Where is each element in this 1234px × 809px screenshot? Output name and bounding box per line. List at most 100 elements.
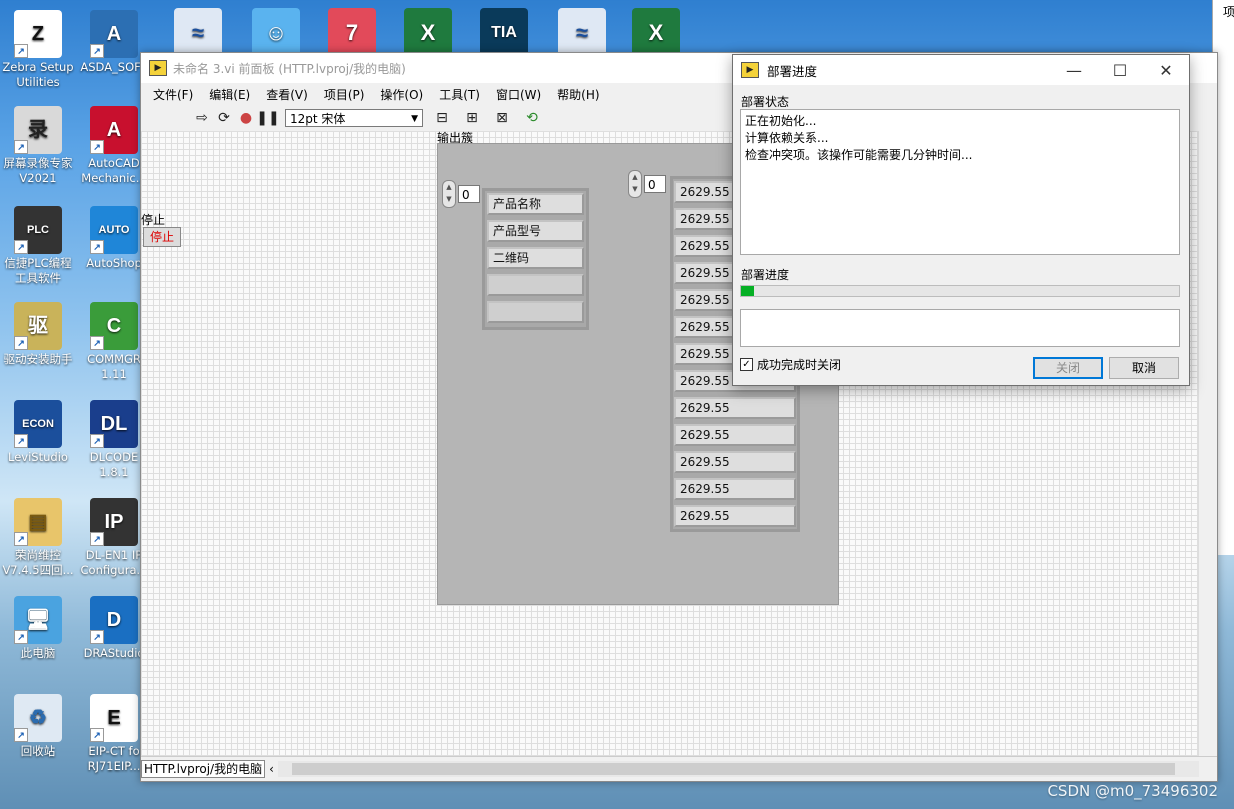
menu-help[interactable]: 帮助(H) <box>549 86 607 103</box>
desktop-shortcut-label: 回收站 <box>20 744 56 758</box>
stop-button[interactable]: 停止 <box>143 227 181 247</box>
scroll-thumb[interactable] <box>291 763 1175 775</box>
menu-edit[interactable]: 编辑(E) <box>201 86 258 103</box>
run-continuously-icon[interactable]: ⟳ <box>213 108 235 128</box>
app-icon: ≈ <box>174 8 222 56</box>
index-spinner-icon[interactable]: ▲ ▼ <box>442 180 456 208</box>
app-icon: 7 <box>328 8 376 56</box>
desktop-shortcut[interactable]: X <box>392 8 464 58</box>
maximize-icon[interactable]: ☐ <box>1097 61 1143 80</box>
align-objects-icon[interactable]: ⊟ <box>431 108 453 128</box>
value-cell[interactable]: 2629.55 <box>674 397 796 419</box>
desktop-shortcut-label: LeviStudio <box>8 450 68 464</box>
app-icon: 🖥 ↗ <box>14 596 62 644</box>
app-icon: AUTO ↗ <box>90 206 138 254</box>
font-select[interactable]: 12pt 宋体 ▼ <box>285 109 423 127</box>
deploy-progress-dialog[interactable]: ▶ 部署进度 — ☐ ✕ 部署状态 正在初始化... 计算依赖关系... 检查冲… <box>732 54 1190 386</box>
menu-file[interactable]: 文件(F) <box>145 86 201 103</box>
app-icon: ≈ <box>558 8 606 56</box>
shortcut-arrow-icon: ↗ <box>90 728 104 742</box>
resize-objects-icon[interactable]: ⊠ <box>491 108 513 128</box>
desktop-shortcut[interactable]: X <box>620 8 692 58</box>
name-cell[interactable]: 产品型号 <box>487 220 584 242</box>
font-select-value: 12pt 宋体 <box>290 112 346 126</box>
name-cell[interactable]: 产品名称 <box>487 193 584 215</box>
horizontal-scrollbar[interactable] <box>277 761 1199 777</box>
dialog-title: 部署进度 <box>767 63 818 79</box>
run-arrow-icon[interactable]: ⇨ <box>191 108 213 128</box>
desktop-shortcut[interactable]: ≈ <box>546 8 618 58</box>
desktop-shortcut[interactable]: ▤ ↗ 荣尚维控 V7.4.5四回... <box>2 498 74 578</box>
index-spinner-icon[interactable]: ▲ ▼ <box>628 170 642 198</box>
name-cell[interactable] <box>487 274 584 296</box>
desktop-shortcut[interactable]: 录 ↗ 屏幕录像专家 V2021 <box>2 106 74 186</box>
desktop-shortcut[interactable]: 🖥 ↗ 此电脑 <box>2 596 74 661</box>
cancel-button[interactable]: 取消 <box>1109 357 1179 379</box>
desktop-shortcut-label: 驱动安装助手 <box>3 352 73 366</box>
progress-fill <box>741 286 755 296</box>
pause-icon[interactable]: ❚❚ <box>256 108 279 128</box>
desktop-shortcut-label: 信捷PLC编程 工具软件 <box>4 256 72 285</box>
app-icon: D ↗ <box>90 596 138 644</box>
log-line: 正在初始化... <box>745 114 817 128</box>
desktop-shortcut[interactable]: ECON ↗ LeviStudio <box>2 400 74 465</box>
name-cell[interactable] <box>487 301 584 323</box>
values-index-value[interactable]: 0 <box>644 175 666 193</box>
log-line: 计算依赖关系... <box>745 131 829 145</box>
app-icon: ☺ <box>252 8 300 56</box>
log-line: 检查冲突项。该操作可能需要几分钟时间... <box>745 148 973 162</box>
lv-status-bar: HTTP.lvproj/我的电脑 ‹ <box>141 756 1217 781</box>
desktop-shortcut[interactable]: 驱 ↗ 驱动安装助手 <box>2 302 74 367</box>
value-cell[interactable]: 2629.55 <box>674 424 796 446</box>
desktop-shortcut-label: 荣尚维控 V7.4.5四回... <box>2 548 74 577</box>
menu-project[interactable]: 项目(P) <box>316 86 373 103</box>
labview-icon: ▶ <box>149 60 167 76</box>
desktop-shortcut[interactable]: PLC ↗ 信捷PLC编程 工具软件 <box>2 206 74 286</box>
app-icon: 录 ↗ <box>14 106 62 154</box>
app-icon: C ↗ <box>90 302 138 350</box>
close-on-success-checkbox[interactable]: ✓ 成功完成时关闭 <box>740 356 841 373</box>
menu-view[interactable]: 查看(V) <box>258 86 316 103</box>
desktop-shortcut[interactable]: Z ↗ Zebra Setup Utilities <box>2 10 74 90</box>
shortcut-arrow-icon: ↗ <box>14 728 28 742</box>
csdn-watermark: CSDN @m0_73496302 <box>1047 782 1218 800</box>
menu-operate[interactable]: 操作(O) <box>372 86 431 103</box>
values-array-index[interactable]: ▲ ▼ 0 <box>628 170 668 198</box>
menu-window[interactable]: 窗口(W) <box>488 86 549 103</box>
vertical-scrollbar[interactable] <box>1198 131 1217 757</box>
desktop-shortcut[interactable]: ♻ ↗ 回收站 <box>2 694 74 759</box>
checkbox-label: 成功完成时关闭 <box>757 358 842 372</box>
app-icon: E ↗ <box>90 694 138 742</box>
distribute-objects-icon[interactable]: ⊞ <box>461 108 483 128</box>
value-cell[interactable]: 2629.55 <box>674 505 796 527</box>
close-button[interactable]: 关闭 <box>1033 357 1103 379</box>
app-icon: PLC ↗ <box>14 206 62 254</box>
close-icon[interactable]: ✕ <box>1143 61 1189 80</box>
name-cell[interactable]: 二维码 <box>487 247 584 269</box>
names-array-index[interactable]: ▲ ▼ 0 <box>442 180 482 208</box>
checkbox-check-icon[interactable]: ✓ <box>740 358 753 371</box>
desktop-shortcut[interactable]: ☺ <box>240 8 312 58</box>
project-path-label: HTTP.lvproj/我的电脑 <box>141 760 266 778</box>
scroll-left-icon[interactable]: ‹ <box>269 762 274 776</box>
value-cell[interactable]: 2629.55 <box>674 451 796 473</box>
desktop-shortcut[interactable]: 7 <box>316 8 388 58</box>
desktop-shortcut[interactable]: TIA <box>468 8 540 58</box>
desktop-shortcut-label: 此电脑 <box>20 646 56 660</box>
reorder-icon[interactable]: ⟲ <box>521 108 543 128</box>
shortcut-arrow-icon: ↗ <box>90 630 104 644</box>
minimize-icon[interactable]: — <box>1051 61 1097 80</box>
names-index-value[interactable]: 0 <box>458 185 480 203</box>
menu-tools[interactable]: 工具(T) <box>431 86 488 103</box>
app-icon: ▤ ↗ <box>14 498 62 546</box>
value-cell[interactable]: 2629.55 <box>674 478 796 500</box>
desktop-shortcut[interactable]: ≈ <box>162 8 234 58</box>
abort-icon[interactable]: ● <box>235 108 257 128</box>
desktop-shortcut-label: 屏幕录像专家 V2021 <box>3 156 73 185</box>
desktop-shortcut-label: Zebra Setup Utilities <box>2 60 74 89</box>
app-icon: Z ↗ <box>14 10 62 58</box>
chevron-down-icon: ▼ <box>411 114 418 124</box>
dialog-title-bar[interactable]: ▶ 部署进度 — ☐ ✕ <box>733 55 1189 85</box>
deploy-log[interactable]: 正在初始化... 计算依赖关系... 检查冲突项。该操作可能需要几分钟时间... <box>740 109 1180 255</box>
shortcut-arrow-icon: ↗ <box>14 336 28 350</box>
